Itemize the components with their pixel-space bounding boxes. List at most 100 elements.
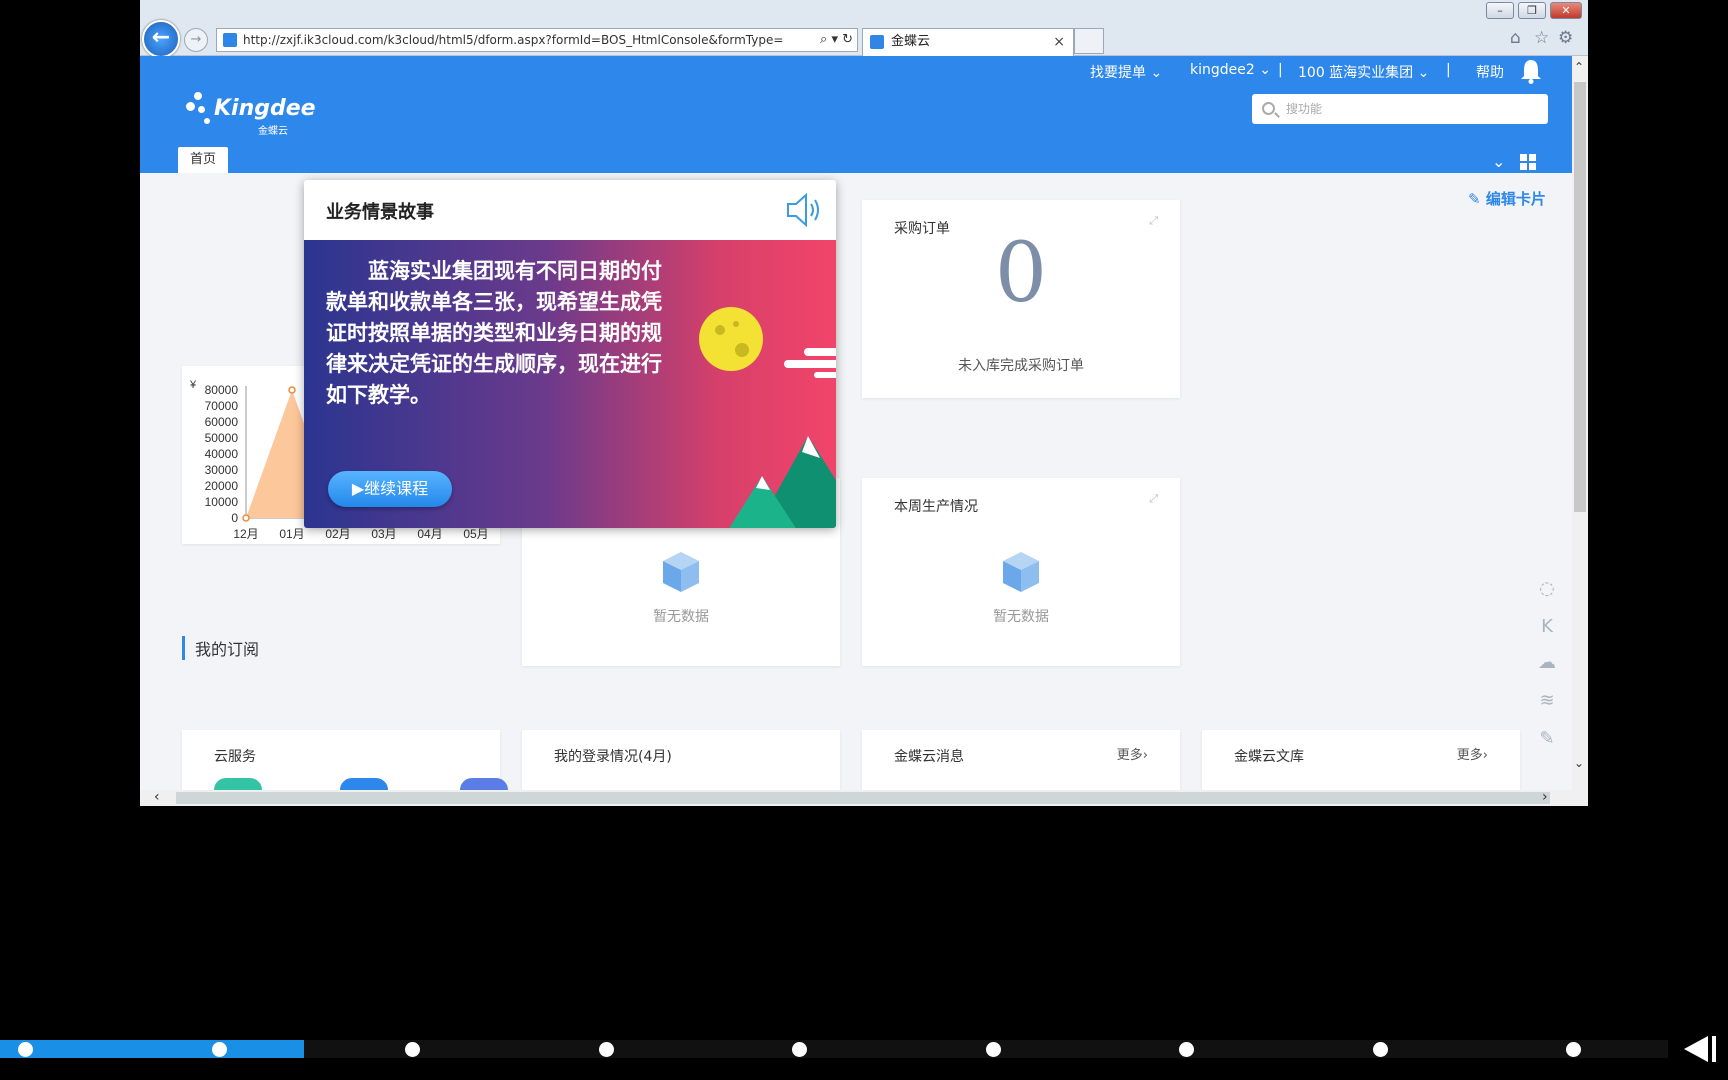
- mountain-icon: [729, 436, 836, 528]
- grid-view-icon[interactable]: [1520, 154, 1536, 170]
- menu-dropdown[interactable]: 找要提单 ⌄: [1090, 62, 1162, 82]
- scroll-up-icon[interactable]: ⌃: [1574, 60, 1584, 74]
- box-icon: [1003, 552, 1039, 592]
- chapter-marker[interactable]: [1372, 1042, 1388, 1057]
- browser-chrome: – ❐ ✕ ← → http://zxjf.ik3cloud.com/k3clo…: [140, 0, 1588, 58]
- scroll-thumb[interactable]: [1574, 82, 1586, 512]
- kingdee-k-icon[interactable]: K: [1534, 614, 1560, 640]
- x-tick-label: 01月: [279, 527, 304, 541]
- chapter-marker[interactable]: [405, 1042, 420, 1057]
- previous-bar-icon: [1712, 1036, 1716, 1062]
- edit-icon: ✎: [1468, 190, 1481, 208]
- search-refresh-icon[interactable]: ⌕ ▾ ↻: [820, 29, 853, 51]
- new-tab-button[interactable]: [1074, 28, 1104, 54]
- minimize-button[interactable]: –: [1486, 2, 1514, 19]
- header-divider: |: [1278, 62, 1283, 78]
- cloud-icon[interactable]: ☁: [1534, 650, 1560, 676]
- user-label: kingdee2: [1190, 62, 1255, 78]
- back-button[interactable]: ←: [142, 20, 180, 58]
- scroll-down-icon[interactable]: ⌄: [1574, 756, 1584, 770]
- tab-title: 金蝶云: [891, 34, 931, 49]
- progress-track[interactable]: [0, 1040, 1668, 1058]
- production-card[interactable]: 本周生产情况 ⤢ 暂无数据: [862, 478, 1180, 666]
- moon-icon: [699, 307, 763, 371]
- scroll-right-icon[interactable]: ›: [1542, 789, 1548, 805]
- tab-home[interactable]: 首页: [178, 147, 228, 173]
- card-title: 我的登录情况(4月): [554, 749, 672, 765]
- y-tick-label: 80000: [205, 383, 239, 397]
- po-count: 0: [994, 226, 1048, 321]
- logo-text: Kingdee: [214, 96, 316, 121]
- site-favicon-icon: [223, 33, 237, 47]
- chapter-marker[interactable]: [1179, 1042, 1194, 1057]
- y-tick-label: 20000: [205, 479, 239, 493]
- y-tick-label: 70000: [205, 399, 239, 413]
- progress-fill: [0, 1040, 304, 1058]
- horizontal-scrollbar[interactable]: ‹ ›: [140, 789, 1588, 806]
- kd-news-card: 金蝶云消息 更多›: [862, 730, 1180, 790]
- chapter-marker[interactable]: [792, 1042, 807, 1057]
- home-icon[interactable]: ⌂: [1510, 28, 1521, 48]
- collapse-chevrons-icon[interactable]: ⌄: [1492, 152, 1505, 171]
- help-link[interactable]: 帮助: [1476, 62, 1504, 82]
- vertical-scrollbar[interactable]: ⌃ ⌄: [1572, 56, 1588, 790]
- purchase-order-card[interactable]: 采购订单 ⤢ 0 未入库完成采购订单: [862, 200, 1180, 398]
- x-tick-label: 05月: [463, 527, 488, 541]
- video-player-bar: [0, 1024, 1728, 1080]
- app-header: Kingdee 金蝶云 找要提单 ⌄ kingdee2 ⌄ | 100 蓝海实业…: [140, 56, 1572, 173]
- browser-tab[interactable]: 金蝶云 ×: [862, 28, 1074, 56]
- search-input[interactable]: 搜功能: [1252, 94, 1548, 124]
- data-point: [242, 514, 250, 522]
- more-link[interactable]: 更多›: [1117, 744, 1148, 763]
- dialog-title: 业务情景故事: [326, 202, 434, 223]
- chapter-marker[interactable]: [211, 1042, 227, 1057]
- chat-icon[interactable]: ◌: [1534, 576, 1560, 602]
- note-icon[interactable]: ✎: [1534, 726, 1560, 752]
- org-label: 100 蓝海实业集团: [1298, 65, 1414, 81]
- previous-icon[interactable]: [1684, 1036, 1708, 1062]
- speaker-icon[interactable]: [784, 190, 824, 230]
- browser-window: – ❐ ✕ ← → http://zxjf.ik3cloud.com/k3clo…: [140, 0, 1588, 806]
- y-tick-label: 10000: [205, 495, 239, 509]
- forward-button[interactable]: →: [184, 28, 208, 52]
- scroll-thumb[interactable]: [176, 792, 1550, 804]
- section-title: 我的订阅: [182, 636, 259, 660]
- address-bar[interactable]: http://zxjf.ik3cloud.com/k3cloud/html5/d…: [216, 28, 858, 52]
- y-tick-label: 40000: [205, 447, 239, 461]
- chapter-marker[interactable]: [985, 1042, 1001, 1057]
- logo-subtext: 金蝶云: [258, 126, 288, 137]
- data-point: [288, 386, 296, 394]
- restore-button[interactable]: ❐: [1518, 2, 1546, 19]
- login-stats-card: 我的登录情况(4月): [522, 730, 840, 790]
- tab-close-icon[interactable]: ×: [1053, 29, 1065, 55]
- edit-cards-button[interactable]: ✎ 编辑卡片: [1468, 188, 1546, 209]
- menu-label: 找要提单: [1090, 65, 1146, 81]
- y-tick-label: 30000: [205, 463, 239, 477]
- card-title: 金蝶云消息: [894, 749, 964, 765]
- x-tick-label: 02月: [325, 527, 350, 541]
- card-title: 本周生产情况: [894, 499, 978, 515]
- chapter-marker[interactable]: [18, 1042, 33, 1057]
- continue-course-button[interactable]: ▶继续课程: [328, 471, 452, 507]
- favorites-icon[interactable]: ☆: [1534, 28, 1549, 48]
- expand-icon[interactable]: ⤢: [1149, 492, 1158, 506]
- kd-library-card: 金蝶云文库 更多›: [1202, 730, 1520, 790]
- scroll-left-icon[interactable]: ‹: [154, 789, 160, 805]
- settings-gear-icon[interactable]: ⚙: [1558, 28, 1573, 48]
- edit-cards-label: 编辑卡片: [1485, 190, 1546, 208]
- close-window-button[interactable]: ✕: [1550, 2, 1582, 19]
- header-divider: |: [1446, 62, 1451, 78]
- search-placeholder: 搜功能: [1286, 102, 1323, 116]
- bell-icon[interactable]: [1520, 58, 1542, 84]
- y-tick-label: 50000: [205, 431, 239, 445]
- story-dialog: 业务情景故事 蓝海实业集团现有不同日期的付款单和收款单各三张，现希望生成凭证时按…: [304, 180, 836, 528]
- chapter-marker[interactable]: [598, 1042, 614, 1057]
- y-tick-label: 60000: [205, 415, 239, 429]
- card-title: 云服务: [214, 749, 256, 765]
- chapter-marker[interactable]: [1566, 1042, 1581, 1057]
- database-icon[interactable]: ≋: [1534, 688, 1560, 714]
- org-dropdown[interactable]: 100 蓝海实业集团 ⌄: [1298, 62, 1429, 82]
- more-link[interactable]: 更多›: [1457, 744, 1488, 763]
- user-dropdown[interactable]: kingdee2 ⌄: [1190, 62, 1271, 78]
- story-text: 蓝海实业集团现有不同日期的付款单和收款单各三张，现希望生成凭证时按照单据的类型和…: [326, 259, 662, 407]
